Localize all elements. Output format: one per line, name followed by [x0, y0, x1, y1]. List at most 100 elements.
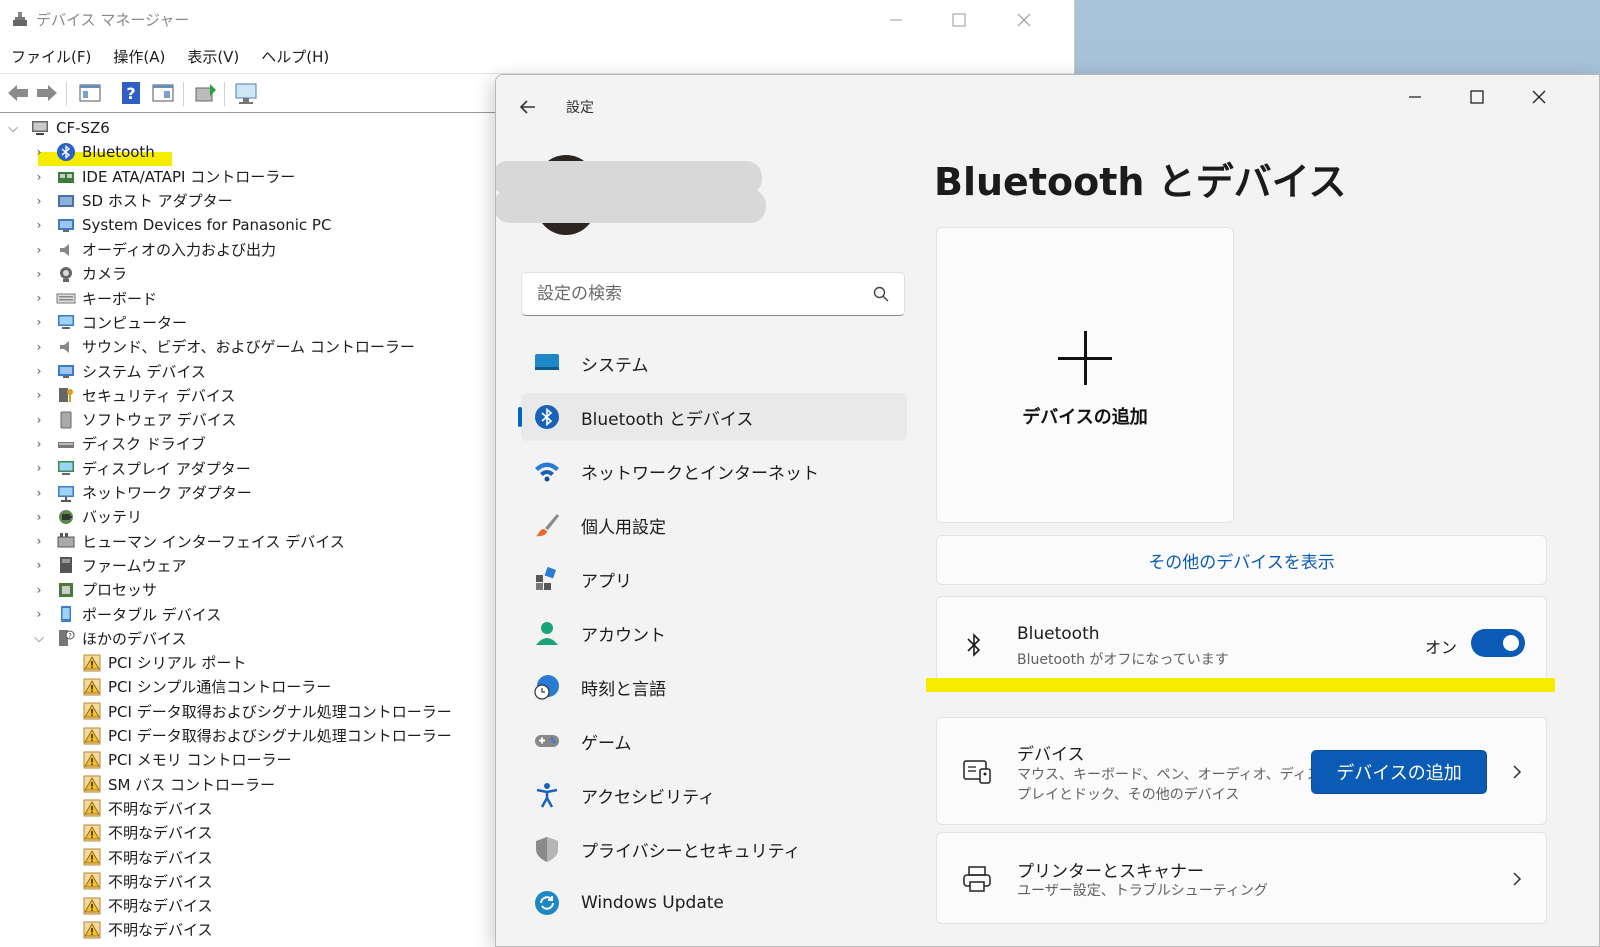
chevron-down-icon[interactable]: ⌵ — [32, 631, 46, 646]
tree-category[interactable]: › ディスク ドライブ — [32, 432, 206, 456]
menu-help[interactable]: ヘルプ(H) — [250, 44, 340, 70]
chevron-right-icon[interactable]: › — [32, 340, 46, 354]
chevron-right-icon[interactable]: › — [32, 583, 46, 597]
nav-item-paintbrush[interactable]: 個人用設定 — [521, 501, 907, 549]
back-button[interactable] — [514, 93, 542, 121]
devices-row[interactable]: デバイス マウス、キーボード、ペン、オーディオ、ディス プレイとドック、その他の… — [936, 717, 1547, 825]
chevron-right-icon[interactable]: › — [32, 486, 46, 500]
chevron-right-icon[interactable]: › — [32, 315, 46, 329]
tree-node-label: コンピューター — [82, 313, 188, 332]
back-arrow-icon[interactable] — [5, 80, 31, 106]
view-more-devices-button[interactable]: その他のデバイスを表示 — [936, 535, 1547, 585]
view-pane-icon[interactable] — [150, 80, 176, 106]
settings-maximize-button[interactable] — [1446, 79, 1508, 115]
tree-device[interactable]: 不明なデバイス — [58, 894, 213, 918]
chevron-right-icon[interactable] — [1510, 765, 1524, 779]
menu-action[interactable]: 操作(A) — [102, 44, 176, 70]
chevron-right-icon[interactable]: › — [32, 170, 46, 184]
chevron-right-icon[interactable]: › — [32, 267, 46, 281]
tree-category[interactable]: › ポータブル デバイス — [32, 602, 222, 626]
tree-category[interactable]: › バッテリ — [32, 505, 142, 529]
nav-item-gamepad[interactable]: ゲーム — [521, 717, 907, 765]
tree-device[interactable]: 不明なデバイス — [58, 821, 213, 845]
chevron-right-icon[interactable] — [1510, 872, 1524, 886]
nav-item-time-language[interactable]: 時刻と言語 — [521, 663, 907, 711]
chevron-right-icon[interactable]: › — [32, 437, 46, 451]
scan-hardware-icon[interactable] — [233, 80, 259, 106]
tree-category[interactable]: › オーディオの入力および出力 — [32, 238, 276, 262]
tree-device[interactable]: 不明なデバイス — [58, 845, 213, 869]
nav-item-bluetooth[interactable]: Bluetooth とデバイス — [518, 393, 907, 441]
tree-category[interactable]: › プロセッサ — [32, 578, 157, 602]
help-icon[interactable]: ? — [118, 80, 144, 106]
menu-view[interactable]: 表示(V) — [176, 44, 250, 70]
tree-category[interactable]: › システム デバイス — [32, 359, 206, 383]
close-button[interactable] — [995, 4, 1053, 36]
tree-category[interactable]: › SD ホスト アダプター — [32, 189, 233, 213]
tree-device[interactable]: PCI メモリ コントローラー — [58, 748, 291, 772]
chevron-right-icon[interactable]: › — [32, 243, 46, 257]
chevron-right-icon[interactable]: › — [32, 388, 46, 402]
forward-arrow-icon[interactable] — [34, 80, 60, 106]
tree-category[interactable]: › System Devices for Panasonic PC — [32, 213, 332, 237]
tree-device[interactable]: SM バス コントローラー — [58, 772, 275, 796]
add-device-tile[interactable]: デバイスの追加 — [936, 227, 1234, 523]
nav-item-system[interactable]: システム — [521, 339, 907, 387]
tree-category[interactable]: ⌵? ほかのデバイス — [32, 626, 187, 650]
nav-item-account[interactable]: アカウント — [521, 609, 907, 657]
nav-item-shield[interactable]: プライバシーとセキュリティ — [521, 825, 907, 873]
tree-root-computer[interactable]: ⌵ CF-SZ6 — [6, 116, 110, 140]
tree-category[interactable]: › ディスプレイ アダプター — [32, 456, 251, 480]
settings-minimize-button[interactable] — [1384, 79, 1446, 115]
properties-pane-icon[interactable] — [77, 80, 103, 106]
unknown-device-warning-icon — [82, 798, 102, 818]
maximize-button[interactable] — [930, 4, 988, 36]
nav-item-wifi[interactable]: ネットワークとインターネット — [521, 447, 907, 495]
tree-device[interactable]: PCI データ取得およびシグナル処理コントローラー — [58, 724, 452, 748]
search-icon[interactable] — [872, 285, 890, 303]
add-device-button[interactable]: デバイスの追加 — [1311, 750, 1487, 794]
minimize-button[interactable] — [867, 4, 925, 36]
tree-device[interactable]: PCI シリアル ポート — [58, 651, 246, 675]
tree-node-label: ポータブル デバイス — [82, 605, 222, 624]
chevron-down-icon[interactable]: ⌵ — [6, 121, 20, 136]
chevron-right-icon[interactable]: › — [32, 607, 46, 621]
tree-category[interactable]: › ソフトウェア デバイス — [32, 408, 236, 432]
chevron-right-icon[interactable]: › — [32, 218, 46, 232]
tree-device[interactable]: PCI シンプル通信コントローラー — [58, 675, 331, 699]
tree-device[interactable]: 不明なデバイス — [58, 918, 213, 942]
tree-category[interactable]: › コンピューター — [32, 310, 187, 334]
tree-device[interactable]: PCI データ取得およびシグナル処理コントローラー — [58, 699, 452, 723]
tree-device[interactable]: 不明なデバイス — [58, 869, 213, 893]
tree-category[interactable]: › ファームウェア — [32, 553, 187, 577]
chevron-right-icon[interactable]: › — [32, 534, 46, 548]
tree-category[interactable]: › キーボード — [32, 286, 157, 310]
tree-category[interactable]: › カメラ — [32, 262, 127, 286]
settings-close-button[interactable] — [1508, 79, 1570, 115]
tree-category[interactable]: › ヒューマン インターフェイス デバイス — [32, 529, 345, 553]
tree-device[interactable]: 不明なデバイス — [58, 796, 213, 820]
chevron-right-icon[interactable]: › — [32, 413, 46, 427]
update-driver-icon[interactable] — [192, 80, 218, 106]
tree-category[interactable]: › Bluetooth — [32, 140, 155, 164]
menu-file[interactable]: ファイル(F) — [0, 44, 102, 70]
tree-category[interactable]: › サウンド、ビデオ、およびゲーム コントローラー — [32, 335, 415, 359]
settings-search-box[interactable] — [521, 272, 905, 316]
nav-item-apps[interactable]: アプリ — [521, 555, 907, 603]
chevron-right-icon[interactable]: › — [32, 145, 46, 159]
nav-item-windows-update[interactable]: Windows Update — [521, 879, 907, 927]
chevron-right-icon[interactable]: › — [32, 461, 46, 475]
chevron-right-icon[interactable]: › — [32, 291, 46, 305]
tree-category[interactable]: › ネットワーク アダプター — [32, 481, 252, 505]
bluetooth-toggle[interactable] — [1471, 629, 1525, 657]
chevron-right-icon[interactable]: › — [32, 510, 46, 524]
search-input[interactable] — [522, 273, 852, 315]
tree-category[interactable]: › セキュリティ デバイス — [32, 383, 236, 407]
tree-category[interactable]: › IDE ATA/ATAPI コントローラー — [32, 165, 296, 189]
nav-item-accessibility[interactable]: アクセシビリティ — [521, 771, 907, 819]
chevron-right-icon[interactable]: › — [32, 364, 46, 378]
chevron-right-icon[interactable]: › — [32, 194, 46, 208]
plus-icon — [1058, 331, 1112, 385]
chevron-right-icon[interactable]: › — [32, 558, 46, 572]
printers-scanners-row[interactable]: プリンターとスキャナー ユーザー設定、トラブルシューティング — [936, 832, 1547, 924]
